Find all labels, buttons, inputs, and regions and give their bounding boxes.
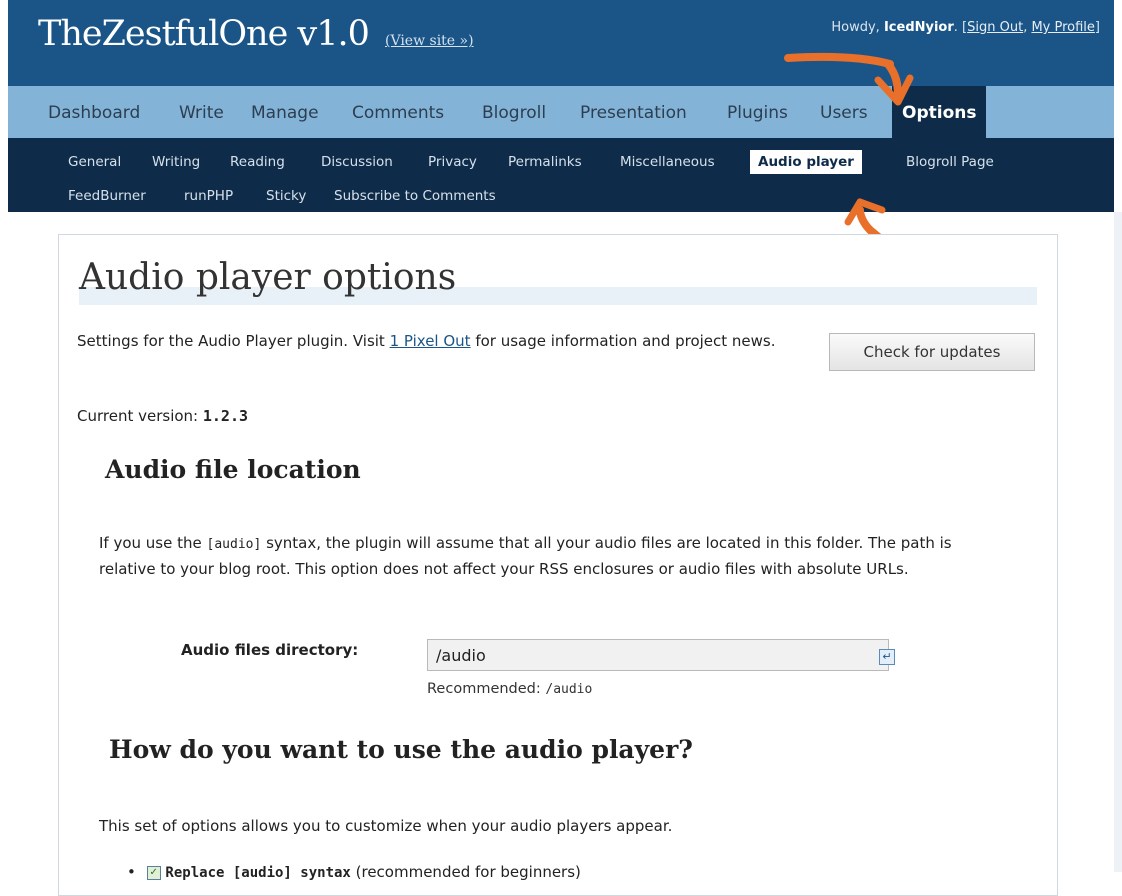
- subnav-item-reading[interactable]: Reading: [230, 154, 285, 170]
- nav-item-plugins[interactable]: Plugins: [727, 86, 788, 138]
- nav-item-comments[interactable]: Comments: [352, 86, 444, 138]
- annotation-arrow-top: [784, 52, 914, 106]
- audio-file-location-description: If you use the [audio] syntax, the plugi…: [99, 531, 999, 582]
- recommended-label: Recommended:: [427, 681, 546, 697]
- intro-before: Settings for the Audio Player plugin. Vi…: [77, 332, 390, 350]
- sign-out-link[interactable]: Sign Out: [967, 20, 1023, 35]
- option-label: Replace [audio] syntax: [165, 865, 351, 881]
- greeting-text: Howdy,: [831, 20, 880, 35]
- nav-item-presentation[interactable]: Presentation: [580, 86, 687, 138]
- user-info: Howdy, IcedNyior. [Sign Out, My Profile]: [831, 20, 1100, 35]
- username: IcedNyior: [883, 20, 954, 35]
- subnav-item-miscellaneous[interactable]: Miscellaneous: [620, 154, 715, 170]
- page-title: Audio player options: [79, 257, 1037, 305]
- view-site-link[interactable]: (View site »): [385, 33, 474, 49]
- subnav-item-writing[interactable]: Writing: [152, 154, 200, 170]
- nav-item-manage[interactable]: Manage: [251, 86, 319, 138]
- recommended-hint: Recommended: /audio: [427, 681, 592, 697]
- pixel-out-link[interactable]: 1 Pixel Out: [390, 332, 471, 350]
- usage-heading: How do you want to use the audio player?: [109, 735, 693, 764]
- field-helper-icon[interactable]: ↵: [879, 649, 895, 665]
- nav-item-write[interactable]: Write: [179, 86, 224, 138]
- audio-files-directory-input[interactable]: [427, 639, 889, 671]
- audio-files-directory-label: Audio files directory:: [181, 641, 359, 659]
- subnav-item-blogroll-page[interactable]: Blogroll Page: [906, 154, 994, 170]
- nav-item-dashboard[interactable]: Dashboard: [48, 86, 140, 138]
- my-profile-link[interactable]: My Profile: [1031, 20, 1094, 35]
- intro-text: Settings for the Audio Player plugin. Vi…: [77, 329, 777, 353]
- bullet-icon: •: [127, 863, 136, 881]
- audio-syntax-code: [audio]: [206, 537, 262, 552]
- page-scrollbar[interactable]: [1114, 212, 1122, 872]
- site-title-text: TheZestfulOne v1.0: [38, 14, 370, 54]
- subnav-item-discussion[interactable]: Discussion: [321, 154, 393, 170]
- version-label: Current version:: [77, 407, 203, 425]
- replace-syntax-checkbox[interactable]: ✓: [146, 865, 161, 880]
- content-panel: Audio player options Settings for the Au…: [58, 234, 1058, 896]
- subnav-item-audio-player[interactable]: Audio player: [750, 150, 862, 174]
- subnav-item-general[interactable]: General: [68, 154, 121, 170]
- current-version: Current version: 1.2.3: [77, 407, 248, 425]
- intro-after: for usage information and project news.: [470, 332, 776, 350]
- recommended-value: /audio: [545, 682, 593, 697]
- admin-header: TheZestfulOne v1.0 (View site ») Howdy, …: [8, 0, 1114, 86]
- main-nav: Dashboard Write Manage Comments Blogroll…: [8, 86, 1114, 138]
- subnav-item-privacy[interactable]: Privacy: [428, 154, 477, 170]
- usage-description: This set of options allows you to custom…: [99, 817, 673, 835]
- site-title: TheZestfulOne v1.0 (View site »): [38, 14, 474, 64]
- subnav-item-runphp[interactable]: runPHP: [184, 188, 233, 204]
- check-updates-button[interactable]: Check for updates: [829, 333, 1035, 371]
- subnav-item-feedburner[interactable]: FeedBurner: [68, 188, 146, 204]
- version-value: 1.2.3: [202, 407, 249, 425]
- audio-file-location-heading: Audio file location: [105, 455, 361, 484]
- option-note: (recommended for beginners): [355, 863, 581, 881]
- subnav-item-permalinks[interactable]: Permalinks: [508, 154, 582, 170]
- replace-audio-syntax-option: • ✓ Replace [audio] syntax (recommended …: [127, 863, 581, 881]
- subnav-item-sticky[interactable]: Sticky: [266, 188, 306, 204]
- location-desc-before: If you use the: [99, 534, 207, 552]
- subnav-item-subscribe-to-comments[interactable]: Subscribe to Comments: [334, 188, 496, 204]
- nav-item-blogroll[interactable]: Blogroll: [482, 86, 546, 138]
